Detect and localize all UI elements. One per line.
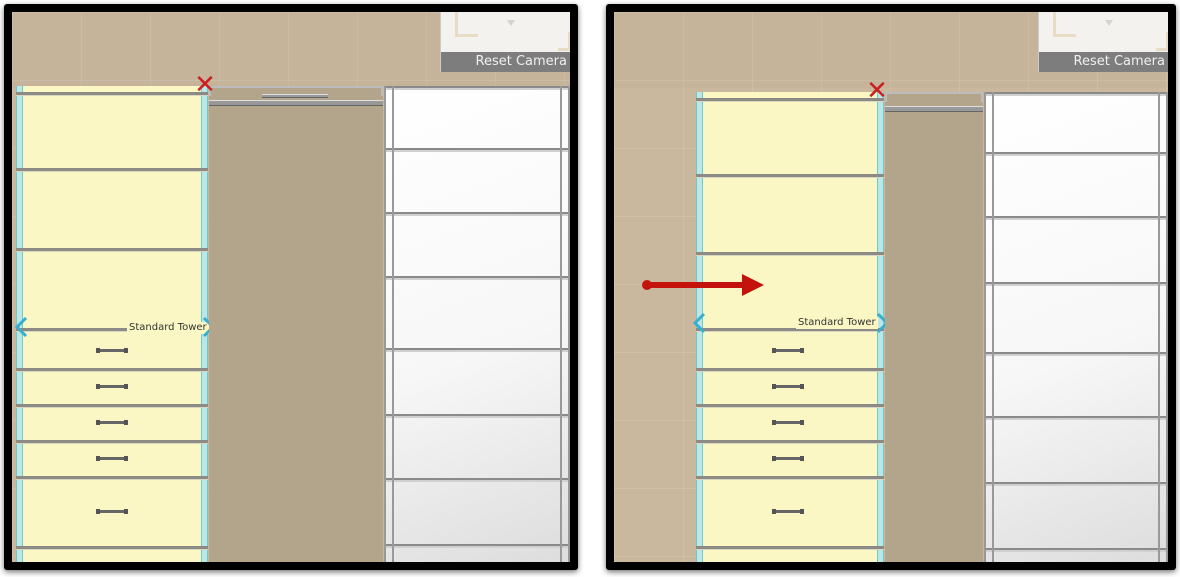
reset-camera-button[interactable]: Reset Camera — [1039, 52, 1168, 72]
drawer-handle — [772, 384, 804, 389]
tower-side — [1158, 92, 1160, 562]
shelf — [984, 216, 1168, 220]
hanging-section[interactable] — [885, 92, 983, 562]
drawer-divider — [16, 404, 208, 408]
shelf — [384, 478, 570, 482]
camera-corner-icon — [455, 12, 478, 37]
shelf — [696, 98, 884, 102]
tower-label: Standard Tower — [127, 322, 209, 334]
drawer-handle — [96, 384, 128, 389]
tower-side — [1166, 92, 1168, 562]
shelf — [984, 548, 1168, 552]
drawer-handle — [96, 509, 128, 514]
camera-corner-icon — [1053, 12, 1076, 37]
camera-tilt-icon[interactable] — [507, 20, 515, 26]
tower-side — [984, 92, 986, 562]
shelf — [984, 92, 1168, 96]
shelf — [696, 174, 884, 178]
shelf — [16, 168, 208, 172]
tower-side — [384, 86, 386, 562]
drawer-handle — [96, 348, 128, 353]
shelf — [984, 282, 1168, 286]
chevron-left-icon[interactable] — [14, 316, 28, 338]
drawer-divider — [696, 440, 884, 444]
drawer-divider — [696, 546, 884, 550]
tower-side — [392, 86, 394, 562]
drawer-divider — [696, 404, 884, 408]
drawer-divider — [696, 476, 884, 480]
shelf — [384, 414, 570, 418]
shelf — [16, 92, 208, 96]
drawer-divider — [696, 368, 884, 372]
drawer-handle — [772, 420, 804, 425]
drawer-handle — [96, 420, 128, 425]
camera-corner-icon — [1156, 32, 1168, 51]
shelf — [984, 482, 1168, 486]
reset-camera-button[interactable]: Reset Camera — [441, 52, 570, 72]
camera-widget[interactable]: Reset Camera — [440, 12, 570, 72]
drawer-handle — [772, 456, 804, 461]
closet-viewport[interactable]: Standard Tower ✕ Reset Camera — [12, 12, 570, 562]
shelf — [384, 212, 570, 216]
drawer-divider — [16, 476, 208, 480]
camera-corner-icon — [558, 32, 570, 51]
hanging-rod-upper — [262, 94, 328, 98]
shelf — [384, 544, 570, 548]
tower-side — [568, 86, 570, 562]
drawer-handle — [772, 348, 804, 353]
tower-side — [560, 86, 562, 562]
screenshot-panel-after: Standard Tower ✕ Reset Camera — [606, 4, 1176, 570]
camera-tilt-icon[interactable] — [1105, 20, 1113, 26]
hanging-frame-top — [885, 92, 983, 102]
shelf-tower[interactable] — [984, 92, 1168, 562]
hanging-rod — [885, 106, 983, 112]
shelf — [984, 152, 1168, 156]
shelf — [384, 276, 570, 280]
shelf — [696, 252, 884, 256]
red-arrow-icon — [642, 274, 764, 296]
shelf — [984, 416, 1168, 420]
close-x-icon[interactable]: ✕ — [864, 78, 890, 104]
hanging-rod — [209, 100, 383, 106]
drawer-handle — [772, 509, 804, 514]
drawer-divider — [16, 368, 208, 372]
shelf-tower[interactable] — [384, 86, 570, 562]
tower-side — [992, 92, 994, 562]
camera-widget[interactable]: Reset Camera — [1038, 12, 1168, 72]
drawer-handle — [96, 456, 128, 461]
shelf — [384, 348, 570, 352]
drawer-divider — [16, 440, 208, 444]
shelf — [384, 148, 570, 152]
shelf — [984, 352, 1168, 356]
screenshot-panel-before: Standard Tower ✕ Reset Camera — [4, 4, 578, 570]
shelf — [16, 248, 208, 252]
tower-label: Standard Tower — [796, 317, 878, 329]
shelf — [384, 86, 570, 90]
drawer-divider — [16, 546, 208, 550]
close-x-icon[interactable]: ✕ — [192, 72, 218, 98]
hanging-section[interactable] — [209, 86, 383, 562]
closet-viewport[interactable]: Standard Tower ✕ Reset Camera — [614, 12, 1168, 562]
chevron-left-icon[interactable] — [692, 312, 706, 334]
arrow-tail-dot — [642, 280, 652, 290]
arrow-head — [742, 274, 764, 296]
